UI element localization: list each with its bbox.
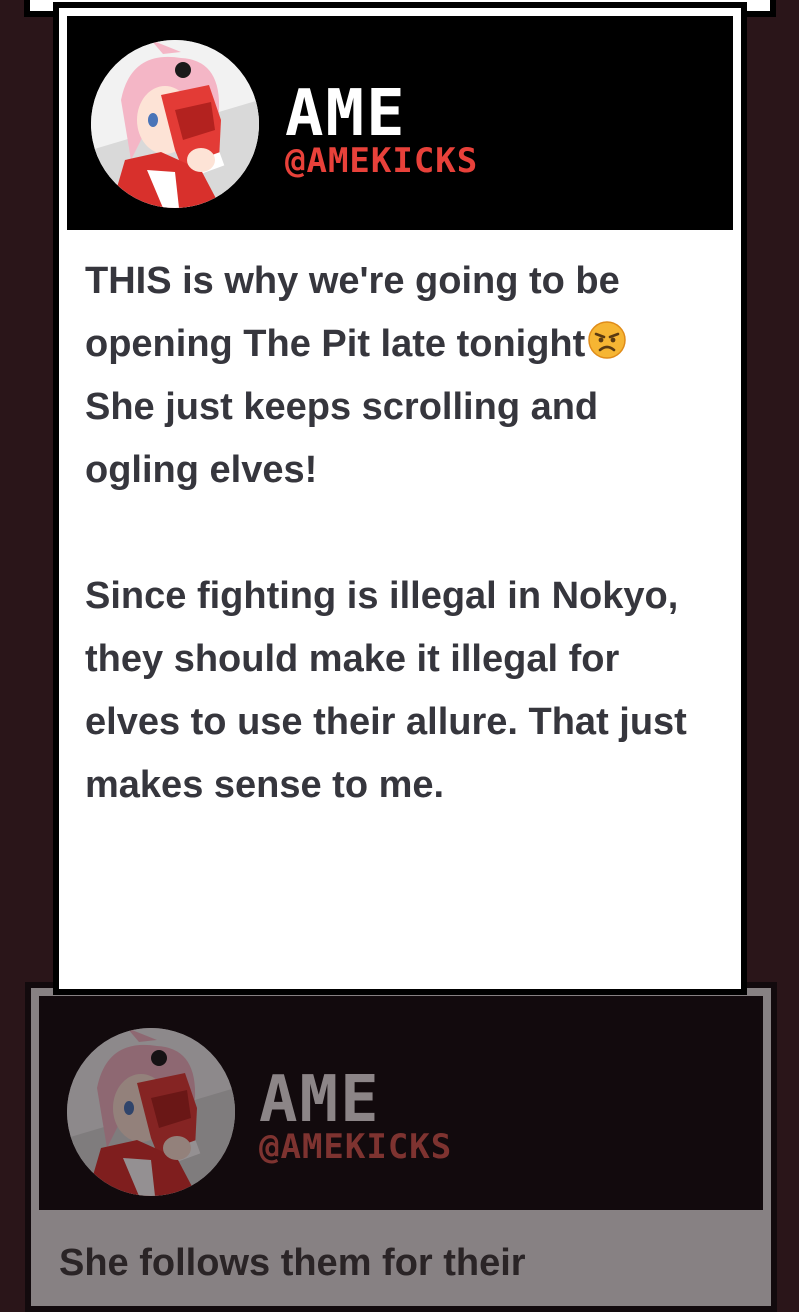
next-post-card[interactable]: AME @AMEKICKS She follows them for their [25,982,777,1312]
author-handle[interactable]: @AMEKICKS [285,144,478,178]
next-post-body: She follows them for their [59,1232,749,1295]
next-post-header: AME @AMEKICKS [39,996,763,1210]
post-text-line: THIS is why we're going to be opening Th… [85,260,620,365]
avatar-ame-icon [91,40,259,208]
post-paragraph: Since fighting is illegal in Nokyo, they… [85,575,687,806]
next-author-avatar[interactable] [67,1028,235,1196]
author-name[interactable]: AME [285,82,407,146]
next-post-text: She follows them for their [59,1242,526,1284]
post-header: AME @AMEKICKS [67,16,733,230]
next-author-handle[interactable]: @AMEKICKS [259,1130,452,1164]
author-avatar[interactable] [91,40,259,208]
next-author-name[interactable]: AME [259,1068,381,1132]
post-text-line: She just keeps scrolling and ogling elve… [85,386,599,491]
angry-face-emoji-icon [587,320,627,360]
post-card[interactable]: AME @AMEKICKS THIS is why we're going to… [53,2,747,995]
avatar-ame-icon [67,1028,235,1196]
post-paragraph: THIS is why we're going to be opening Th… [85,250,715,502]
post-body: THIS is why we're going to be opening Th… [85,250,715,817]
